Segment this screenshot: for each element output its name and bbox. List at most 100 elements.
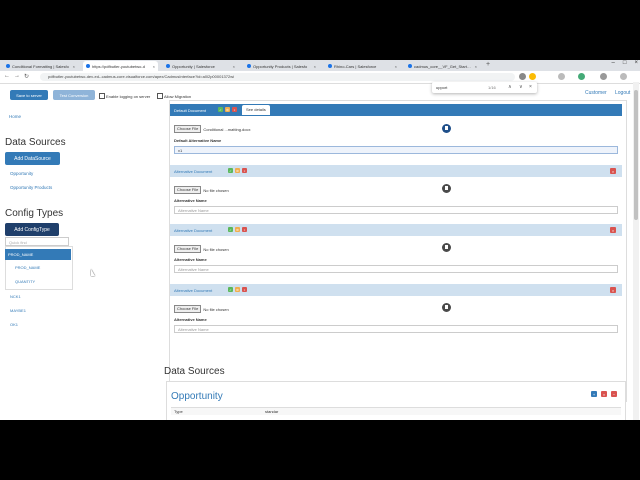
config-type-item[interactable]: OK1 [10,322,18,327]
download-icon[interactable] [442,124,451,133]
delete-icon[interactable]: × [242,227,247,232]
maximize-icon[interactable]: □ [623,60,627,66]
check-icon[interactable]: ✓ [228,287,233,292]
profile-avatar-icon[interactable] [578,73,585,80]
close-tab-icon[interactable]: × [233,64,235,69]
sidebar-item-opportunity[interactable]: Opportunity [10,171,33,176]
new-tab-icon[interactable]: + [486,61,490,68]
reload-icon[interactable]: ↻ [24,73,29,80]
choose-file-button[interactable]: Choose File [174,186,202,194]
find-close-icon[interactable]: × [529,84,532,90]
alt-name-input[interactable]: Alternative Name [174,206,618,214]
checkbox-label: Allow Migration [164,93,192,99]
default-alt-name-label: Default Alternative Name [174,138,222,143]
config-item[interactable]: PROD_NAME [15,265,40,270]
enable-logging-checkbox[interactable]: Enable logging on server [99,93,150,99]
download-icon[interactable] [442,303,451,312]
settings-icon[interactable]: ⚙ [235,168,240,173]
delete-icon[interactable]: × [232,107,237,112]
home-link[interactable]: Home [9,114,21,119]
close-tab-icon[interactable]: × [395,64,397,69]
salesforce-favicon-icon [6,64,10,68]
close-window-icon[interactable]: × [634,60,638,66]
download-icon[interactable] [442,243,451,252]
choose-file-button[interactable]: Choose File [174,305,202,313]
remove-icon[interactable]: × [610,227,616,233]
sidebar-item-opportunity-products[interactable]: Opportunity Products [10,185,52,190]
checkbox-box[interactable] [157,93,163,99]
browser-tab[interactable]: Opportunity Products | Salesfo × [244,61,319,71]
config-item[interactable]: QUANTITY [15,279,35,284]
remove-icon[interactable]: × [610,287,616,293]
alt-name-label: Alternative Name [174,198,207,203]
salesforce-favicon-icon [328,64,332,68]
test-conversion-button[interactable]: Test Conversion [53,90,95,100]
quick-find-input[interactable]: Quick find [5,237,69,246]
scrollbar-thumb[interactable] [634,90,638,220]
remove-icon[interactable]: × [610,168,616,174]
checkbox-box[interactable] [99,93,105,99]
alt-name-input[interactable]: Alternative Name [174,265,618,273]
page-favicon-icon [86,64,90,68]
settings-icon[interactable]: ⚙ [235,287,240,292]
allow-migration-checkbox[interactable]: Allow Migration [157,93,191,99]
extension-icon[interactable] [519,73,526,80]
check-icon[interactable]: ✓ [228,168,233,173]
mouse-cursor-icon [91,269,95,276]
see-details-tab[interactable]: See details [242,105,270,115]
document-title: Alternative Document [174,228,213,233]
minimize-icon[interactable]: – [612,60,615,66]
delete-icon[interactable]: × [242,287,247,292]
file-name: No file chosen [203,306,229,312]
customer-link[interactable]: Customer [585,90,607,96]
delete-icon[interactable]: × [242,168,247,173]
file-input[interactable]: Choose File Conditional ...matting.docx [174,125,250,133]
menu-icon[interactable] [600,73,607,80]
alternative-document-header: Alternative Document ✓ ⚙ × × [170,224,622,236]
add-datasource-button[interactable]: Add DataSource [5,152,60,165]
extensions-icon[interactable] [558,73,565,80]
bookmark-star-icon[interactable] [529,73,536,80]
close-tab-icon[interactable]: × [314,64,316,69]
forward-icon[interactable]: → [14,73,20,79]
logout-link[interactable]: Logout [615,90,630,96]
browser-tab[interactable]: cadmus_core__VF_Get_Started | × [405,61,480,71]
settings-icon[interactable]: ⚙ [235,227,240,232]
browser-tab[interactable]: Conditional Formatting | Salesfo × [3,61,78,71]
find-next-icon[interactable]: ∨ [519,84,523,90]
url-field[interactable]: pdfbutler-youtubetwo-dev-ed--cadmus-core… [40,73,515,81]
find-previous-icon[interactable]: ∧ [508,84,512,90]
config-type-item[interactable]: NCK1 [10,294,21,299]
config-item-prod-name-selected[interactable]: PROD_NAME [5,249,71,260]
browser-tab[interactable]: Opportunity | Salesforce × [163,61,238,71]
add-icon[interactable]: + [591,391,597,397]
check-icon[interactable]: ✓ [218,107,223,112]
delete-icon[interactable]: × [601,391,607,397]
download-icon[interactable] [442,184,451,193]
config-type-item[interactable]: MAYBE1 [10,308,26,313]
back-icon[interactable]: ← [4,73,10,79]
browser-tab-active[interactable]: https://pdfbutler-youtubetwo-d × [83,61,158,71]
add-configtype-button[interactable]: Add ConfigType [5,223,59,236]
file-input[interactable]: Choose File No file chosen [174,245,229,253]
alternative-document-header: Alternative Document ✓ ⚙ × × [170,284,622,296]
check-icon[interactable]: ✓ [228,227,233,232]
settings-icon[interactable]: ⚙ [225,107,230,112]
file-input[interactable]: Choose File No file chosen [174,186,229,194]
save-to-server-button[interactable]: Save to server [10,90,48,100]
salesforce-favicon-icon [247,64,251,68]
data-sources-heading: Data Sources [5,137,66,148]
choose-file-button[interactable]: Choose File [174,245,202,253]
browser-tab[interactable]: Rhino-Cars | Salesforce × [325,61,400,71]
close-tab-icon[interactable]: × [475,64,477,69]
remove-icon[interactable]: − [611,391,617,397]
find-input[interactable]: upport [436,85,447,90]
alt-name-input[interactable]: Alternative Name [174,325,618,333]
default-document-header: Default Document ✓ ⚙ × See details [170,104,622,116]
choose-file-button[interactable]: Choose File [174,125,202,133]
close-tab-icon[interactable]: × [73,64,75,69]
more-icon[interactable] [620,73,627,80]
close-tab-icon[interactable]: × [153,64,155,69]
file-input[interactable]: Choose File No file chosen [174,305,229,313]
default-alt-name-input[interactable]: v1 [174,146,618,154]
